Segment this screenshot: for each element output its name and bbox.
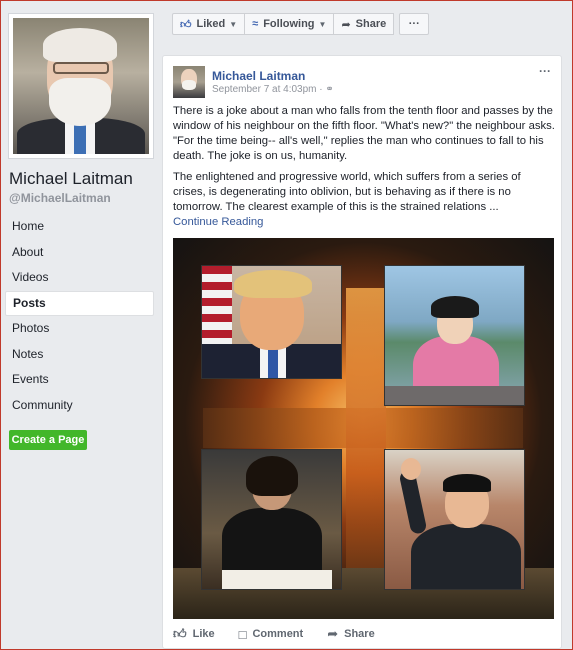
image-tile-bottom-left: [201, 449, 342, 590]
share-label: Share: [344, 628, 375, 640]
more-options-button[interactable]: ···: [399, 13, 430, 35]
share-arrow-icon: ➦: [327, 626, 339, 641]
chevron-down-icon: ▼: [229, 19, 238, 29]
share-arrow-icon: ➦: [341, 18, 351, 31]
page-handle[interactable]: @MichaelLaitman: [9, 191, 111, 205]
author-avatar[interactable]: [173, 66, 205, 98]
liked-label: Liked: [196, 18, 226, 30]
like-button[interactable]: 👍︎ Like: [173, 626, 215, 642]
sidebar-item-home[interactable]: Home: [5, 214, 154, 240]
comment-button[interactable]: □ Comment: [239, 626, 304, 642]
comment-label: Comment: [252, 628, 304, 640]
liked-button[interactable]: 👍︎ Liked ▼: [172, 13, 246, 35]
page-action-bar: 👍︎ Liked ▼ ≈ Following ▼ ➦ Share ···: [172, 13, 430, 35]
sidebar-item-photos[interactable]: Photos: [5, 316, 154, 342]
post-options-icon[interactable]: ···: [539, 64, 551, 78]
comment-bubble-icon: □: [238, 626, 247, 642]
post-paragraph-2: The enlightened and progressive world, w…: [173, 171, 521, 213]
sidebar-nav: Home About Videos Posts Photos Notes Eve…: [5, 214, 154, 418]
continue-reading-link[interactable]: Continue Reading: [173, 215, 555, 230]
sidebar-item-videos[interactable]: Videos: [5, 265, 154, 291]
sidebar-item-posts[interactable]: Posts: [5, 290, 154, 316]
like-label: Like: [192, 628, 215, 640]
image-tile-top-left: [201, 265, 342, 379]
post-author[interactable]: Michael Laitman: [212, 69, 305, 83]
thumbs-up-icon: 👍︎: [180, 18, 192, 31]
profile-photo: [13, 18, 149, 154]
post-card: Michael Laitman September 7 at 4:03pm · …: [162, 55, 562, 649]
rss-icon: ≈: [252, 18, 259, 30]
image-tile-top-right: [384, 265, 525, 406]
thumbs-up-outline-icon: 👍︎: [173, 626, 187, 641]
chevron-down-icon: ▼: [318, 19, 327, 29]
create-page-button[interactable]: Create a Page: [9, 430, 87, 450]
share-page-label: Share: [355, 18, 387, 30]
timestamp-text: September 7 at 4:03pm ·: [212, 84, 326, 95]
sidebar-item-about[interactable]: About: [5, 240, 154, 266]
post-paragraph-1: There is a joke about a man who falls fr…: [173, 105, 555, 162]
post-timestamp[interactable]: September 7 at 4:03pm · ⚭: [212, 84, 334, 95]
post-body: There is a joke about a man who falls fr…: [173, 104, 555, 230]
share-button[interactable]: ➦ Share: [327, 626, 374, 642]
left-column: Michael Laitman @MichaelLaitman Home Abo…: [1, 1, 161, 650]
following-button[interactable]: ≈ Following ▼: [244, 13, 335, 35]
sidebar-item-community[interactable]: Community: [5, 393, 154, 419]
sidebar-item-events[interactable]: Events: [5, 367, 154, 393]
post-actions: 👍︎ Like □ Comment ➦ Share: [173, 626, 399, 642]
post-image[interactable]: [173, 238, 554, 619]
profile-picture[interactable]: [8, 13, 154, 159]
image-tile-bottom-right: [384, 449, 525, 590]
sidebar-item-notes[interactable]: Notes: [5, 342, 154, 368]
globe-icon: ⚭: [325, 84, 334, 95]
page-name[interactable]: Michael Laitman: [9, 169, 133, 189]
following-label: Following: [263, 18, 315, 30]
share-page-button[interactable]: ➦ Share: [333, 13, 395, 35]
